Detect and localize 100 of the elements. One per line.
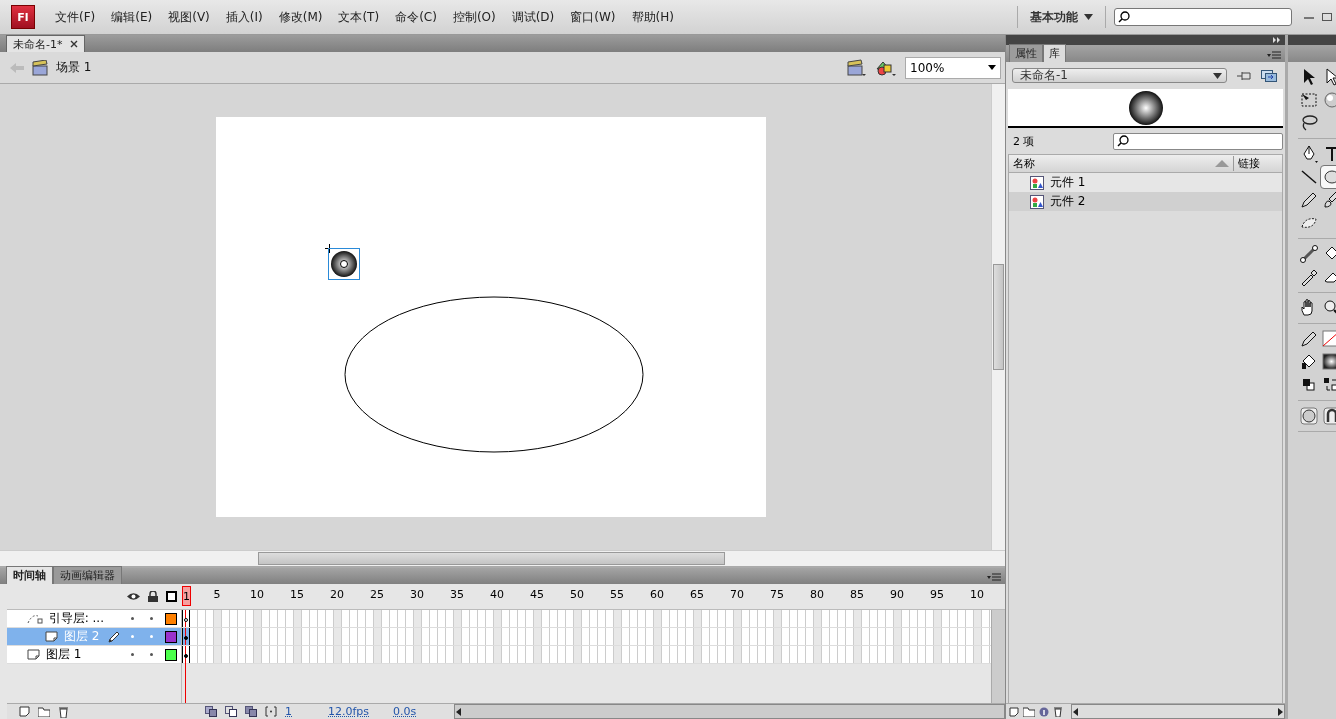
menu-item[interactable]: 命令(C) [387,5,445,29]
horizontal-scrollbar[interactable] [454,704,1005,719]
edit-multiple-frames-icon[interactable] [245,706,257,717]
pin-icon[interactable] [1237,70,1251,81]
search-field[interactable] [1114,8,1292,26]
menu-item[interactable]: 文件(F) [47,5,104,29]
layer-outline-swatch[interactable] [165,648,177,661]
panel-header-bar [1288,35,1336,45]
library-dropdown[interactable]: 未命名-1 [1012,68,1227,83]
frame-number: 90 [890,588,904,601]
menu-item[interactable]: 帮助(H) [623,5,682,29]
bone-icon[interactable] [1298,243,1320,265]
frame-number: 30 [410,588,424,601]
frame-number: 75 [770,588,784,601]
scroll-right-icon[interactable] [1276,707,1284,716]
onion-markers-icon[interactable] [265,706,277,717]
horizontal-scrollbar[interactable] [0,550,1005,566]
sphere-drawing [1127,89,1164,126]
object-drawing-icon[interactable] [1298,405,1320,427]
visibility-dot[interactable] [131,617,134,620]
collapse-icon[interactable] [1273,37,1281,43]
workspace-dropdown[interactable]: 基本功能 [1026,6,1097,28]
frame-number: 20 [330,588,344,601]
menu-item[interactable]: 插入(I) [217,5,271,29]
menu-item[interactable]: 编辑(E) [103,5,161,29]
properties-icon[interactable] [1039,706,1049,717]
keyframe-icon[interactable] [182,610,190,627]
edit-scene-icon[interactable] [847,58,867,77]
column-header[interactable]: 名称 [1009,156,1215,171]
playhead[interactable]: 1 [182,586,191,606]
visibility-dot[interactable] [131,653,134,656]
outline-icon[interactable] [166,591,177,602]
layer-name: 图层 1 [46,646,82,663]
trash-icon[interactable] [1053,706,1063,717]
frame-number: 85 [850,588,864,601]
frame-number: 95 [930,588,944,601]
frame-number: 5 [213,588,221,601]
maximize-icon[interactable] [1322,12,1332,22]
panel-tab[interactable]: 动画编辑器 [53,566,122,584]
frame-rate[interactable]: 12.0fps [328,705,370,718]
lock-dot[interactable] [150,617,153,620]
menu-item[interactable]: 调试(D) [503,5,563,29]
onion-skin-icon[interactable] [205,706,217,717]
close-icon[interactable] [70,40,79,48]
new-symbol-icon[interactable] [1009,706,1019,717]
eye-icon[interactable] [127,592,140,601]
new-folder-icon[interactable] [38,706,50,717]
scroll-left-icon[interactable] [1072,707,1080,716]
layer-icon [45,631,58,642]
scroll-left-icon[interactable] [455,707,464,716]
layer-row[interactable]: 引导层: ... [7,610,181,628]
layer-outline-swatch[interactable] [165,630,177,643]
menu-item[interactable]: 控制(O) [444,5,504,29]
keyframe-icon[interactable] [182,646,190,663]
caret-icon [1213,72,1222,79]
panel-tab[interactable]: 属性 [1009,44,1043,62]
frame-number: 35 [450,588,464,601]
lock-dot[interactable] [150,653,153,656]
frame-number: 70 [730,588,744,601]
panel-menu-icon[interactable] [987,573,1001,581]
zoom-dropdown[interactable]: 100% [905,56,1001,79]
frame-number: 10 [970,588,984,601]
visibility-dot[interactable] [131,635,134,638]
new-folder-icon[interactable] [1023,706,1035,717]
scene-label: 场景 1 [56,59,92,76]
new-layer-icon[interactable] [19,706,30,717]
layer-row[interactable]: 图层 1 [7,646,181,664]
layer-outline-swatch[interactable] [165,612,177,625]
keyframe-icon[interactable] [182,628,190,645]
lock-icon[interactable] [147,591,158,602]
menu-item[interactable]: 视图(V) [160,5,218,29]
library-item[interactable]: 元件 1 [1009,173,1282,192]
trash-icon[interactable] [58,705,69,718]
symbol-instance[interactable] [329,249,359,279]
new-library-icon[interactable] [1261,69,1277,82]
layer-icon [27,649,40,660]
horizontal-scrollbar[interactable] [1071,704,1285,719]
column-header[interactable]: 链接 [1233,156,1282,171]
frame-number: 25 [370,588,384,601]
onion-outline-icon[interactable] [225,706,237,717]
item-count: 2 项 [1013,134,1035,149]
panel-tab[interactable]: 时间轴 [6,566,53,584]
panel-tab[interactable]: 库 [1043,44,1066,62]
frame-number: 65 [690,588,704,601]
panel-menu-icon[interactable] [1267,51,1281,59]
library-item[interactable]: 元件 2 [1009,192,1282,211]
menu-item[interactable]: 文本(T) [330,5,388,29]
menu-item[interactable]: 窗口(W) [562,5,624,29]
symbol-icon [1030,175,1044,190]
lock-dot[interactable] [150,635,153,638]
frame-number: 80 [810,588,824,601]
frame-number: 50 [570,588,584,601]
elapsed-time[interactable]: 0.0s [393,705,417,718]
symbol-icon [1030,194,1044,209]
current-frame[interactable]: 1 [285,705,292,718]
document-tab[interactable]: 未命名-1* [6,35,86,52]
menu-item[interactable]: 修改(M) [270,5,331,29]
vertical-scrollbar[interactable] [991,610,1005,703]
search-field[interactable] [1113,133,1283,150]
vertical-scrollbar[interactable] [991,84,1005,550]
